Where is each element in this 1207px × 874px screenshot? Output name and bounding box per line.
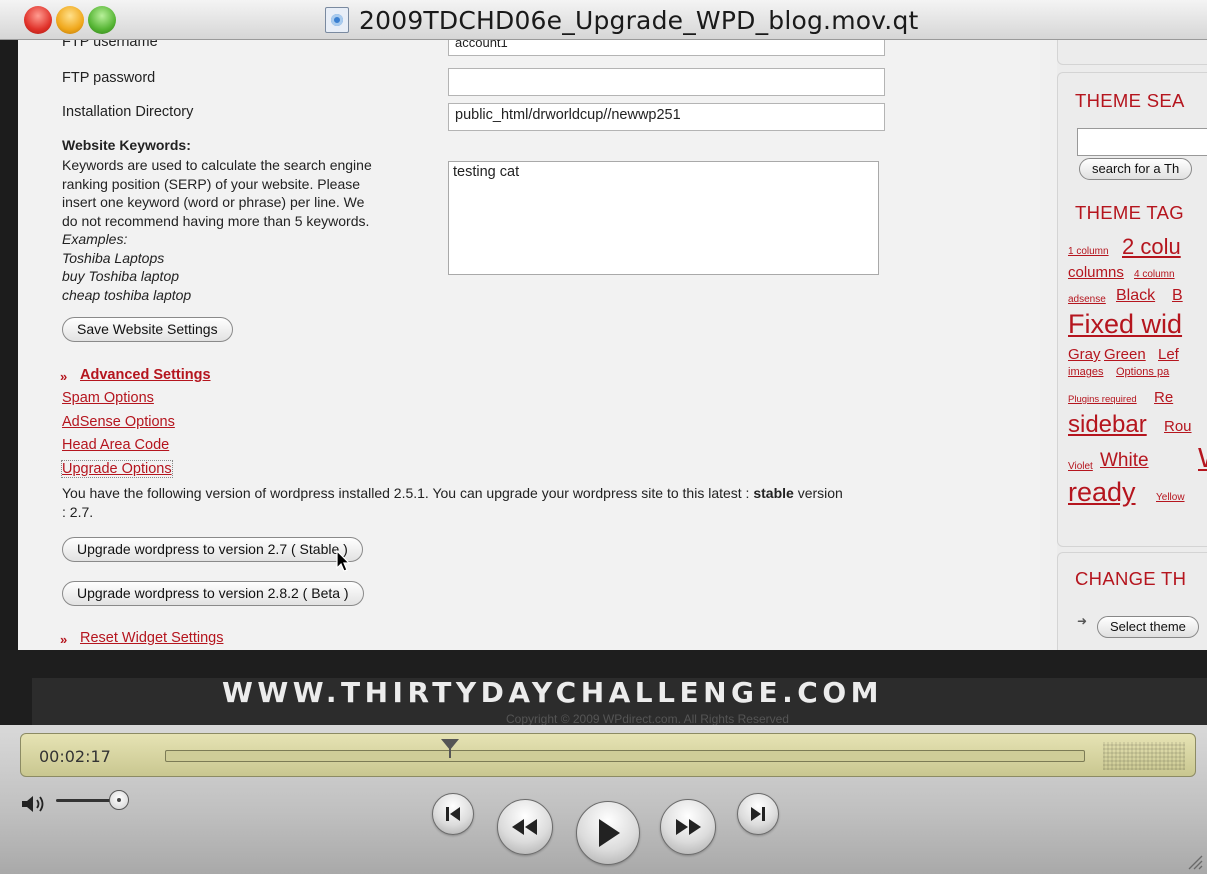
tag-link[interactable]: Black: [1116, 287, 1155, 305]
mouse-pointer-icon: [336, 550, 351, 572]
frame-left-border: [0, 40, 18, 650]
page-copyright: Copyright © 2009 WPdirect.com. All Right…: [506, 712, 789, 726]
ftp-password-input[interactable]: [448, 68, 885, 96]
tag-link[interactable]: Re: [1154, 389, 1173, 406]
tag-link[interactable]: Lef: [1158, 346, 1179, 363]
tag-link[interactable]: images: [1068, 366, 1103, 378]
close-window-button[interactable]: [24, 6, 52, 34]
quicktime-document-icon: [325, 7, 349, 33]
arrow-right-icon: ➜: [1077, 614, 1088, 628]
example-item: buy Toshiba laptop: [62, 268, 180, 284]
upgrade-beta-button[interactable]: Upgrade wordpress to version 2.8.2 ( Bet…: [62, 581, 364, 606]
keywords-heading: Website Keywords:: [62, 137, 191, 153]
watermark-band: WWW.THIRTYDAYCHALLENGE.COM Copyright © 2…: [0, 650, 1207, 726]
sidebar-top-box: [1057, 40, 1207, 65]
tag-link[interactable]: Gray: [1068, 346, 1101, 363]
help-line: ranking position (SERP) of your website.…: [62, 175, 361, 192]
zoom-window-button[interactable]: [88, 6, 116, 34]
upgrade-info-text: You have the following version of wordpr…: [62, 484, 1042, 521]
settings-page: FTP username account1 FTP password Insta…: [18, 40, 1040, 650]
help-line: insert one keyword (word or phrase) per …: [62, 194, 365, 210]
keywords-help-text: Keywords are used to calculate the searc…: [62, 156, 462, 304]
theme-search-heading: THEME SEA: [1075, 90, 1185, 111]
volume-slider-knob[interactable]: [109, 790, 129, 810]
upgrade-options-link[interactable]: Upgrade Options: [61, 460, 173, 478]
examples-label: Examples:: [62, 231, 128, 247]
tag-link[interactable]: adsense: [1068, 294, 1106, 305]
tag-link[interactable]: Plugins required: [1068, 394, 1137, 405]
lcd-grip-texture: [1103, 742, 1185, 770]
upgrade-info-part: You have the following version of wordpr…: [62, 485, 754, 501]
playhead-stem: [449, 748, 452, 758]
upgrade-info-version: : 2.7.: [62, 503, 94, 520]
tag-link[interactable]: Fixed wid: [1068, 309, 1182, 340]
example-item: Toshiba Laptops: [62, 249, 165, 266]
speaker-icon[interactable]: [20, 793, 50, 815]
spam-options-link[interactable]: Spam Options: [62, 390, 154, 406]
video-frame: FTP username account1 FTP password Insta…: [0, 40, 1207, 650]
upgrade-stable-button[interactable]: Upgrade wordpress to version 2.7 ( Stabl…: [62, 537, 363, 562]
tag-link[interactable]: 1 column: [1068, 246, 1109, 257]
tag-link[interactable]: W: [1198, 442, 1207, 474]
tag-link[interactable]: columns: [1068, 264, 1124, 281]
scrubber-track[interactable]: [165, 750, 1085, 762]
window-titlebar: 2009TDCHD06e_Upgrade_WPD_blog.mov.qt: [0, 0, 1207, 40]
advanced-settings-link[interactable]: Advanced Settings: [80, 367, 211, 383]
install-dir-label: Installation Directory: [62, 104, 194, 120]
help-line: Keywords are used to calculate the searc…: [62, 157, 372, 173]
current-time: 00:02:17: [39, 747, 111, 766]
site-watermark: WWW.THIRTYDAYCHALLENGE.COM: [222, 676, 884, 709]
tag-link[interactable]: White: [1100, 450, 1149, 472]
example-item: cheap toshiba laptop: [62, 286, 192, 303]
install-dir-input[interactable]: public_html/drworldcup//newwp251: [448, 103, 885, 131]
tag-link[interactable]: Green: [1104, 346, 1146, 363]
go-to-start-button[interactable]: [432, 793, 474, 835]
tag-link[interactable]: Violet: [1068, 461, 1093, 472]
tag-link[interactable]: Options pa: [1116, 366, 1169, 378]
upgrade-info-part: version: [793, 485, 843, 501]
save-website-settings-button[interactable]: Save Website Settings: [62, 317, 233, 342]
select-theme-dropdown[interactable]: Select theme: [1097, 616, 1199, 638]
ftp-password-label: FTP password: [62, 70, 156, 86]
tag-link[interactable]: B: [1172, 287, 1183, 305]
ftp-username-label: FTP username: [62, 40, 158, 50]
theme-tags-heading: THEME TAG: [1075, 202, 1184, 223]
fast-forward-button[interactable]: [660, 799, 716, 855]
minimize-window-button[interactable]: [56, 6, 84, 34]
tag-link[interactable]: 2 colu: [1122, 234, 1181, 260]
tag-link[interactable]: Rou: [1164, 418, 1192, 435]
rewind-button[interactable]: [497, 799, 553, 855]
tag-link[interactable]: sidebar: [1068, 411, 1147, 439]
ftp-username-input[interactable]: account1: [448, 40, 885, 56]
tag-link[interactable]: Yellow: [1156, 492, 1185, 503]
skip-end-icon: [751, 807, 765, 821]
skip-start-icon: [446, 807, 460, 821]
timeline-display: 00:02:17: [20, 733, 1196, 777]
theme-sidebar: THEME SEA search for a Th THEME TAG 1 co…: [1057, 40, 1207, 650]
adsense-options-link[interactable]: AdSense Options: [62, 414, 175, 430]
rewind-icon: [512, 819, 537, 835]
reset-widget-settings-link[interactable]: Reset Widget Settings: [80, 630, 223, 646]
fast-forward-icon: [676, 819, 701, 835]
keywords-textarea[interactable]: testing cat: [448, 161, 879, 275]
window-title: 2009TDCHD06e_Upgrade_WPD_blog.mov.qt: [325, 4, 919, 36]
tag-link[interactable]: 4 column: [1134, 269, 1175, 280]
window-title-text: 2009TDCHD06e_Upgrade_WPD_blog.mov.qt: [359, 5, 919, 35]
play-button[interactable]: [576, 801, 640, 865]
help-line: do not recommend having more than 5 keyw…: [62, 212, 370, 229]
play-icon: [599, 819, 620, 847]
go-to-end-button[interactable]: [737, 793, 779, 835]
quicktime-controller: 00:02:17: [0, 725, 1207, 874]
search-theme-button[interactable]: search for a Th: [1079, 158, 1193, 180]
tag-link[interactable]: ready: [1068, 477, 1136, 508]
change-theme-heading: CHANGE TH: [1075, 568, 1187, 589]
theme-search-input[interactable]: [1077, 128, 1207, 156]
advanced-bullet-icon: »: [60, 369, 68, 384]
upgrade-info-stable: stable: [753, 485, 794, 501]
head-area-code-link[interactable]: Head Area Code: [62, 437, 169, 453]
resize-grip-icon[interactable]: [1183, 850, 1203, 870]
reset-bullet-icon: »: [60, 632, 68, 647]
